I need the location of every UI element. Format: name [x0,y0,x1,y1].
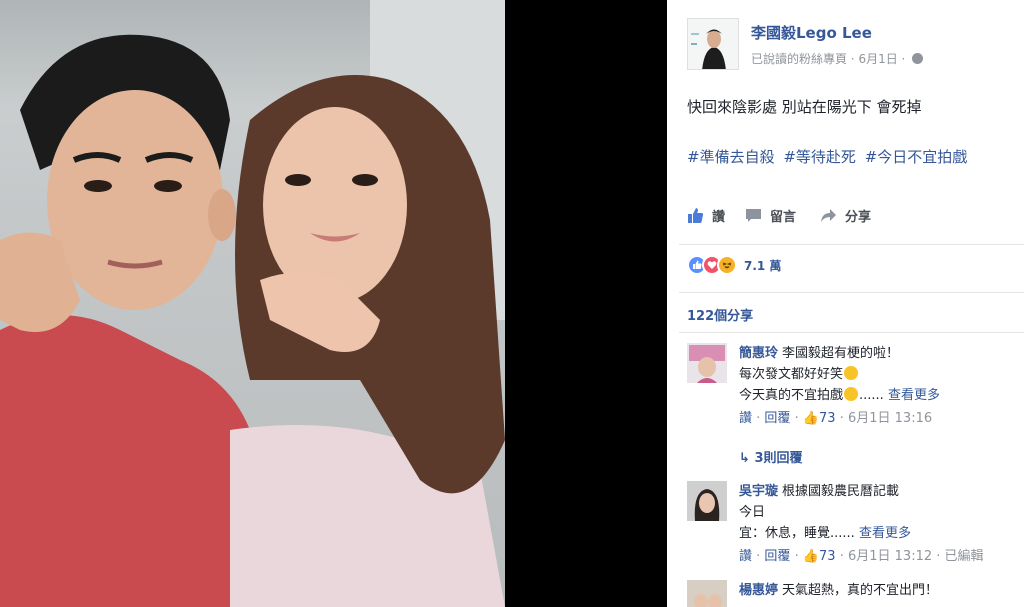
comment-edited[interactable]: 已編輯 [945,549,984,564]
post-header: 李國毅Lego Lee 已說讀的粉絲專頁 · 6月1日 · [687,18,1017,70]
thumbs-up-icon [688,208,704,223]
comment-text-line: 李國毅超有梗的啦！ [782,346,900,361]
view-replies-link[interactable]: ↳ 3則回覆 [739,447,802,466]
comment-meta: 讚 · 回覆 · 👍73 · 6月1日 13:16 [739,411,933,426]
comment-text-line: 每次發文都好好笑 [739,367,844,382]
comment-body: 吳宇璇 根據國毅農民曆記載 今日 宜：休息，睡覺...... 查看更多 讚 · 回… [739,481,1024,567]
viewer-gap [505,0,667,607]
like-button[interactable]: 讚 [687,206,725,225]
comment-body: 楊惠婷 天氣超熱，真的不宜出門！ [739,580,1024,601]
replies-count: 3則回覆 [754,451,803,466]
reaction-count[interactable]: 7.1 萬 [744,257,781,274]
see-more-link[interactable]: 查看更多 [888,388,940,403]
post-meta-text: 已說讀的粉絲專頁 · 6月1日 · [751,52,906,66]
comment-icon [746,209,761,222]
share-button[interactable]: 分享 [820,206,871,225]
page-name[interactable]: 李國毅Lego Lee [751,22,872,43]
post-meta: 已說讀的粉絲專頁 · 6月1日 · [751,50,924,67]
see-more-link[interactable]: 查看更多 [859,526,911,541]
comment-button[interactable]: 留言 [745,206,1024,225]
comment-likes-thumb-icon: 👍 [802,411,820,426]
comment-author[interactable]: 簡惠玲 [739,346,778,361]
hashtag-link[interactable]: #今日不宜拍戲 [865,148,968,166]
divider [679,292,1024,293]
comment-likes-thumb-icon: 👍 [802,549,820,564]
comment-time[interactable]: 6月1日 13:16 [848,411,932,426]
commenter-avatar[interactable] [687,343,727,383]
reactions-summary[interactable]: 7.1 萬 [687,254,781,276]
comment-reply-link[interactable]: 回覆 [764,549,790,564]
comment-time[interactable]: 6月1日 13:12 [848,549,932,564]
globe-icon[interactable] [912,53,924,64]
comment-label: 留言 [770,210,797,225]
grin-emoji-icon [844,366,859,380]
post-text: 快回來陰影處 別站在陽光下 會死掉 [687,98,922,116]
comment-body: 簡惠玲 李國毅超有梗的啦！ 每次發文都好好笑 今天真的不宜拍戲...... 查看更… [739,343,1024,429]
comment-text-line: 根據國毅農民曆記載 [782,484,900,499]
commenter-avatar[interactable] [687,580,727,607]
like-label: 讚 [712,210,726,225]
comment-like-count[interactable]: 73 [819,549,836,564]
share-label: 分享 [845,210,872,225]
wink-emoji-icon [844,387,859,401]
post-hashtags: #準備去自殺 #等待赴死 #今日不宜拍戲 [687,146,971,167]
shares-count[interactable]: 122個分享 [687,305,753,324]
post-actions: 讚 留言 分享 [687,206,1007,226]
comment-like-link[interactable]: 讚 [739,411,752,426]
comment-reply-link[interactable]: 回覆 [764,411,790,426]
haha-reaction-icon [717,255,737,275]
page-avatar[interactable] [687,18,739,70]
comment-text-line: 今天真的不宜拍戲 [739,388,844,403]
photo-illustration [0,34,505,607]
commenter-avatar[interactable] [687,481,727,521]
comment-meta: 讚 · 回覆 · 👍73 · 6月1日 13:12 · 已編輯 [739,549,984,564]
comment-ellipsis: ...... [859,388,884,403]
comment-text-line: 今日 [739,505,766,520]
share-arrow-icon [821,209,836,222]
comment-text-line: 宜：休息，睡覺...... [739,526,855,541]
post-side-panel: 李國毅Lego Lee 已說讀的粉絲專頁 · 6月1日 · 快回來陰影處 別站在… [667,0,1024,607]
divider [679,244,1024,245]
comment-text-line: 天氣超熱，真的不宜出門！ [782,583,939,598]
comment-like-link[interactable]: 讚 [739,549,752,564]
hashtag-link[interactable]: #等待赴死 [783,148,856,166]
hashtag-link[interactable]: #準備去自殺 [687,148,775,166]
post-photo[interactable] [0,0,505,607]
divider [679,332,1024,333]
reply-arrow-icon: ↳ [739,451,750,466]
comment-author[interactable]: 楊惠婷 [739,583,778,598]
comment-author[interactable]: 吳宇璇 [739,484,778,499]
comment-like-count[interactable]: 73 [819,411,836,426]
